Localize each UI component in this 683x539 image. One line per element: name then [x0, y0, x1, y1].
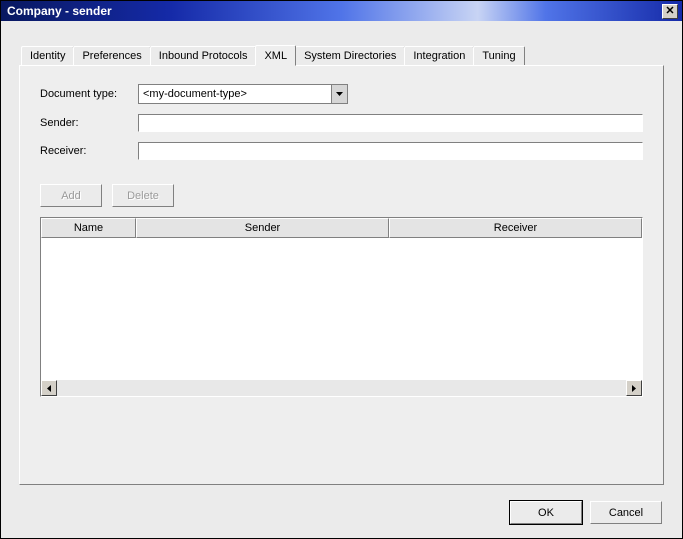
arrow-left-icon	[47, 385, 51, 392]
xpath-table: Name Sender Receiver	[40, 217, 643, 397]
tab-xml[interactable]: XML	[255, 45, 296, 66]
scroll-right-button[interactable]	[626, 380, 642, 396]
dialog-window: Company - sender ✕ Identity Preferences …	[0, 0, 683, 539]
action-buttons: Add Delete	[40, 184, 643, 207]
scroll-left-button[interactable]	[41, 380, 57, 396]
window-title: Company - sender	[7, 4, 112, 18]
tab-strip: Identity Preferences Inbound Protocols X…	[21, 45, 664, 65]
tab-preferences[interactable]: Preferences	[73, 46, 150, 65]
document-type-combo[interactable]	[138, 84, 348, 104]
document-type-input[interactable]	[139, 85, 331, 103]
table-header: Name Sender Receiver	[41, 218, 642, 238]
arrow-right-icon	[632, 385, 636, 392]
document-type-dropdown-button[interactable]	[331, 85, 347, 103]
tab-system-directories[interactable]: System Directories	[295, 46, 405, 65]
row-sender: Sender:	[40, 114, 643, 132]
receiver-input[interactable]	[138, 142, 643, 160]
ok-button[interactable]: OK	[510, 501, 582, 524]
row-receiver: Receiver:	[40, 142, 643, 160]
close-button[interactable]: ✕	[662, 4, 678, 19]
label-sender: Sender:	[40, 117, 138, 129]
col-header-name[interactable]: Name	[41, 218, 136, 238]
tab-tuning[interactable]: Tuning	[473, 46, 524, 65]
sender-input[interactable]	[138, 114, 643, 132]
tab-identity[interactable]: Identity	[21, 46, 74, 65]
scroll-track[interactable]	[57, 380, 626, 396]
cancel-button[interactable]: Cancel	[590, 501, 662, 524]
horizontal-scrollbar[interactable]	[41, 380, 642, 396]
client-area: Identity Preferences Inbound Protocols X…	[1, 21, 682, 538]
table-body[interactable]	[41, 238, 642, 380]
dialog-footer: OK Cancel	[510, 501, 662, 524]
label-document-type: Document type:	[40, 88, 138, 100]
tab-inbound-protocols[interactable]: Inbound Protocols	[150, 46, 257, 65]
row-document-type: Document type:	[40, 84, 643, 104]
add-button[interactable]: Add	[40, 184, 102, 207]
chevron-down-icon	[336, 92, 343, 96]
col-header-receiver[interactable]: Receiver	[389, 218, 642, 238]
col-header-sender[interactable]: Sender	[136, 218, 389, 238]
tab-integration[interactable]: Integration	[404, 46, 474, 65]
label-receiver: Receiver:	[40, 145, 138, 157]
title-bar: Company - sender ✕	[1, 1, 682, 21]
delete-button[interactable]: Delete	[112, 184, 174, 207]
tab-panel-xml: Document type: Sender: Receiver: Add Del…	[19, 65, 664, 485]
